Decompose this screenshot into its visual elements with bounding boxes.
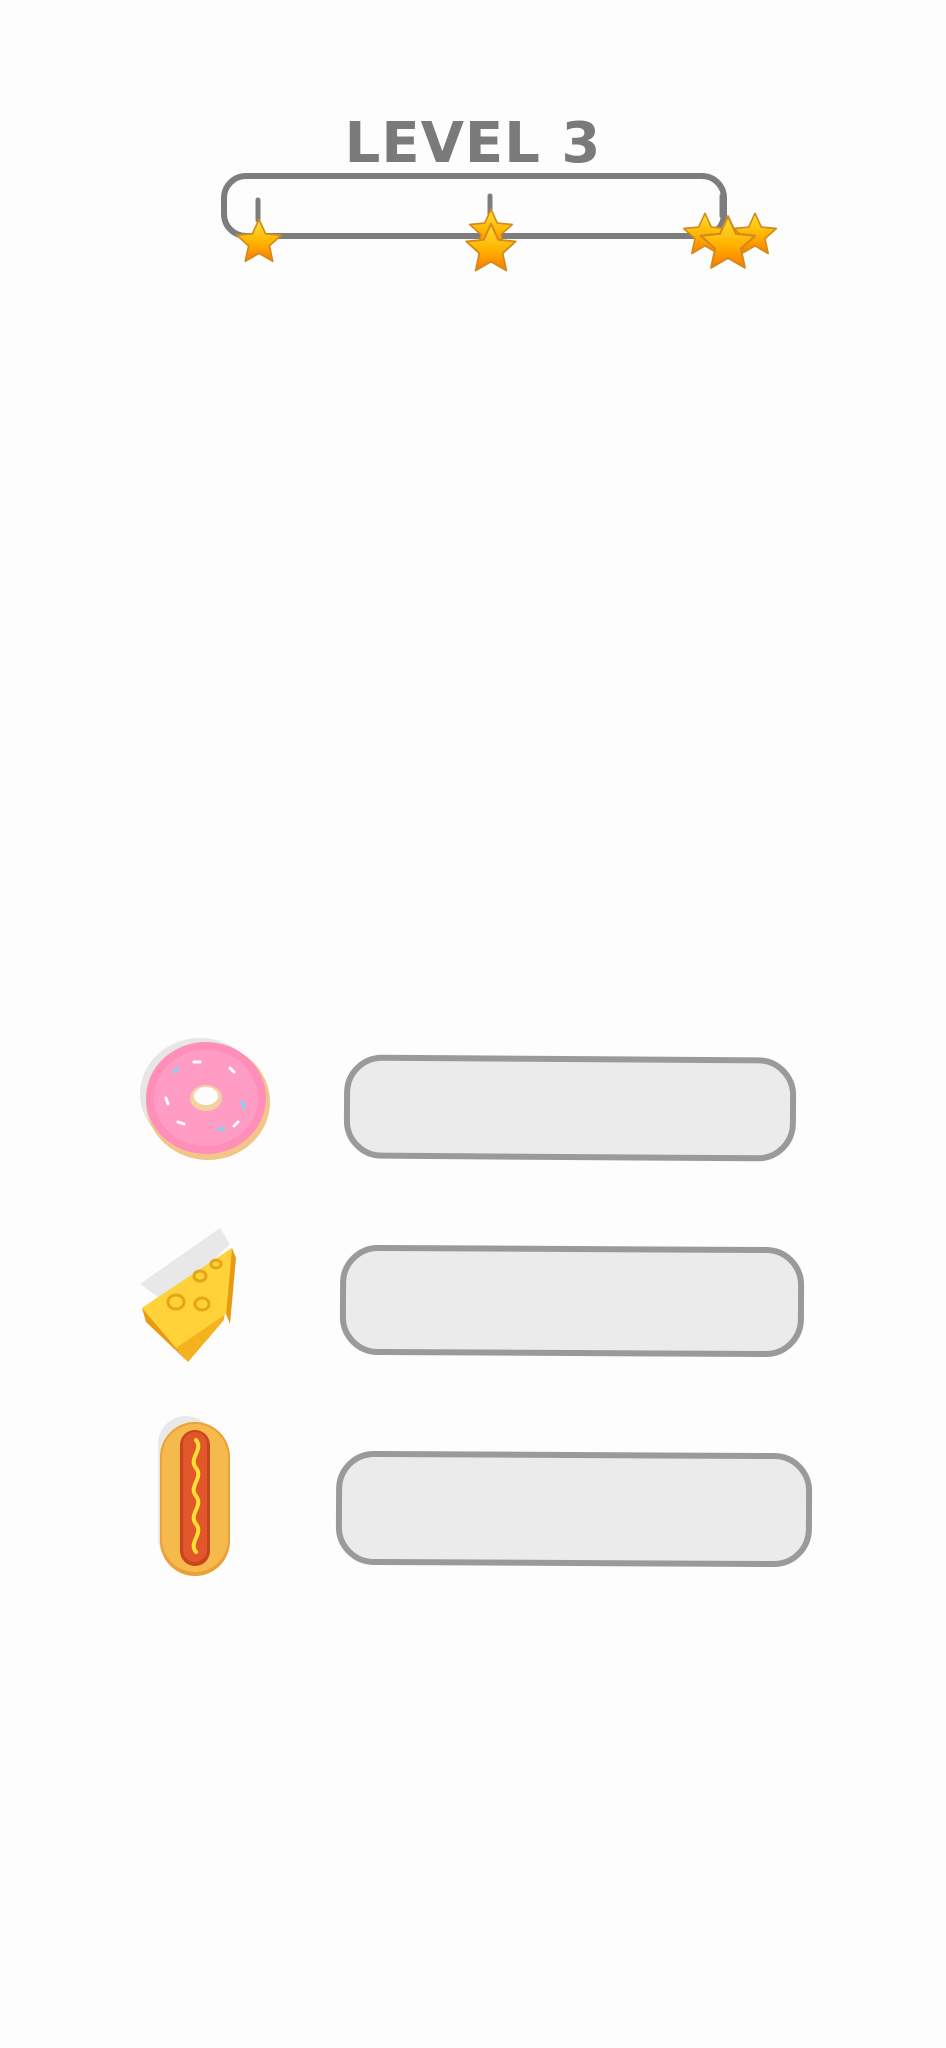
milestone-2-stars-icon [465, 208, 517, 272]
level-progress-bar [221, 173, 778, 272]
answer-slot-2[interactable] [339, 1244, 805, 1358]
game-screen: LEVEL 3 [0, 0, 946, 2048]
cheese-icon [140, 1228, 236, 1362]
milestone-1-star-icon [236, 218, 282, 263]
answer-slot-1[interactable] [343, 1054, 797, 1162]
hotdog-item[interactable] [152, 1416, 236, 1578]
cheese-item[interactable] [128, 1224, 248, 1364]
donut-icon [140, 1038, 270, 1160]
hotdog-icon [158, 1416, 230, 1576]
answer-slot-3[interactable] [335, 1450, 813, 1568]
donut-item[interactable] [138, 1032, 274, 1162]
milestone-3-stars-icon [682, 212, 778, 269]
